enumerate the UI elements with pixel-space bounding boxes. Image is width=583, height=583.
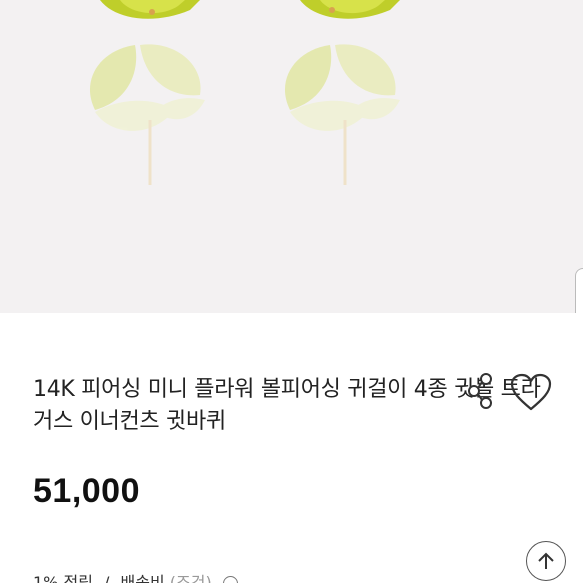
share-icon[interactable] — [466, 371, 496, 411]
product-price: 51,000 — [33, 472, 140, 510]
separator: / — [104, 573, 110, 583]
product-info-panel: 14K 피어싱 미니 플라워 볼피어싱 귀걸이 4종 귓볼 트라거스 이너컨츠 … — [0, 313, 583, 583]
shipping-condition: (조건) — [169, 573, 212, 583]
info-icon[interactable] — [222, 576, 238, 583]
benefit-row: 1% 적립 / 배송비 (조건) — [33, 569, 238, 583]
heart-icon[interactable] — [509, 373, 553, 413]
earring-illustration — [89, 0, 400, 185]
points-text: 1% 적립 — [33, 573, 93, 583]
shipping-text: 배송비 — [120, 573, 165, 583]
scroll-top-button[interactable] — [526, 541, 566, 581]
arrow-up-icon — [538, 552, 554, 569]
product-image[interactable] — [0, 0, 583, 313]
